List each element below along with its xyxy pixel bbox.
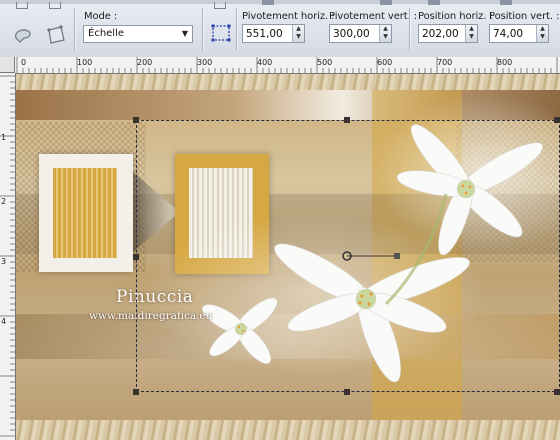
position-vert-value: 74,00 — [493, 28, 524, 40]
ruler-label: 4 — [1, 317, 7, 326]
ruler-label: 700 — [437, 58, 453, 67]
position-vert-field[interactable]: 74,00 ▲ ▼ — [489, 24, 549, 43]
toolbar-partial-icon — [262, 0, 274, 5]
pivot-horiz-value: 551,00 — [246, 28, 283, 40]
ruler-label: 2 — [1, 197, 7, 206]
toolbar-top-strip — [0, 0, 560, 4]
ruler-label: 200 — [137, 58, 153, 67]
mode-select[interactable]: Échelle ▼ — [83, 25, 193, 43]
ruler-ticks — [16, 57, 558, 73]
transform-handle-top-left[interactable] — [133, 117, 139, 123]
toolbar-separator — [202, 8, 204, 50]
position-vert-stepper[interactable]: ▲ ▼ — [536, 25, 548, 42]
position-vert-label: Position vert. : — [489, 11, 560, 22]
pivot-horiz-field[interactable]: 551,00 ▲ ▼ — [242, 24, 305, 43]
position-horiz-stepper[interactable]: ▲ ▼ — [465, 25, 477, 42]
position-horiz-field[interactable]: 202,00 ▲ ▼ — [418, 24, 478, 43]
position-horiz-label: Position horiz. : — [418, 11, 493, 22]
transform-box-icon[interactable] — [210, 22, 232, 44]
ruler-corner — [0, 57, 15, 73]
mode-label: Mode : — [84, 11, 118, 22]
chevron-down-icon: ▼ — [181, 29, 188, 38]
tool-options-bar: Mode : Échelle ▼ Pivotement horiz. : 551… — [0, 0, 560, 58]
transform-selection-box[interactable] — [136, 120, 560, 392]
tool-grip-icon — [16, 2, 28, 9]
transform-handle-bottom-left[interactable] — [133, 389, 139, 395]
vertical-ruler: 1 2 3 4 — [0, 73, 16, 440]
toolbar-separator — [74, 8, 76, 50]
transform-handle-top[interactable] — [344, 117, 350, 123]
pivot-vert-value: 300,00 — [333, 28, 370, 40]
toolbar-separator — [409, 8, 411, 50]
ruler-label: 100 — [77, 58, 93, 67]
ruler-label: 500 — [317, 58, 333, 67]
ruler-label: 600 — [377, 58, 393, 67]
tool-grip-icon — [49, 2, 61, 9]
ruler-label: 800 — [497, 58, 513, 67]
toolbar-separator — [236, 8, 238, 50]
ruler-label: 0 — [21, 58, 27, 67]
pivot-horiz-stepper[interactable]: ▲ ▼ — [292, 25, 304, 42]
transform-handle-left[interactable] — [133, 254, 139, 260]
transform-handle-bottom[interactable] — [344, 389, 350, 395]
ruler-label: 1 — [1, 133, 7, 142]
ruler-label: 400 — [257, 58, 273, 67]
pivot-vert-label: Pivotement vert. : — [329, 11, 418, 22]
toolbar-partial-icon — [428, 0, 440, 5]
transform-handle-top-right[interactable] — [554, 117, 560, 123]
pivot-horiz-label: Pivotement horiz. : — [242, 11, 335, 22]
position-horiz-value: 202,00 — [422, 28, 459, 40]
tool-grip-icon — [214, 2, 226, 9]
lasso-tool-icon[interactable] — [12, 24, 34, 46]
ruler-label: 3 — [1, 257, 7, 266]
mode-select-value: Échelle — [88, 28, 125, 39]
toolbar-partial-icon — [380, 0, 392, 5]
ruler-label: 300 — [197, 58, 213, 67]
toolbar-partial-icon — [500, 0, 512, 5]
pivot-vert-field[interactable]: 300,00 ▲ ▼ — [329, 24, 392, 43]
deform-tool-icon[interactable] — [45, 24, 67, 46]
image-canvas[interactable]: Pinuccia www.maidiregrafica.eu — [16, 74, 560, 440]
horizontal-ruler: 0 100 200 300 400 500 600 700 800 — [15, 57, 560, 74]
transform-handle-bottom-right[interactable] — [554, 389, 560, 395]
pivot-vert-stepper[interactable]: ▲ ▼ — [379, 25, 391, 42]
